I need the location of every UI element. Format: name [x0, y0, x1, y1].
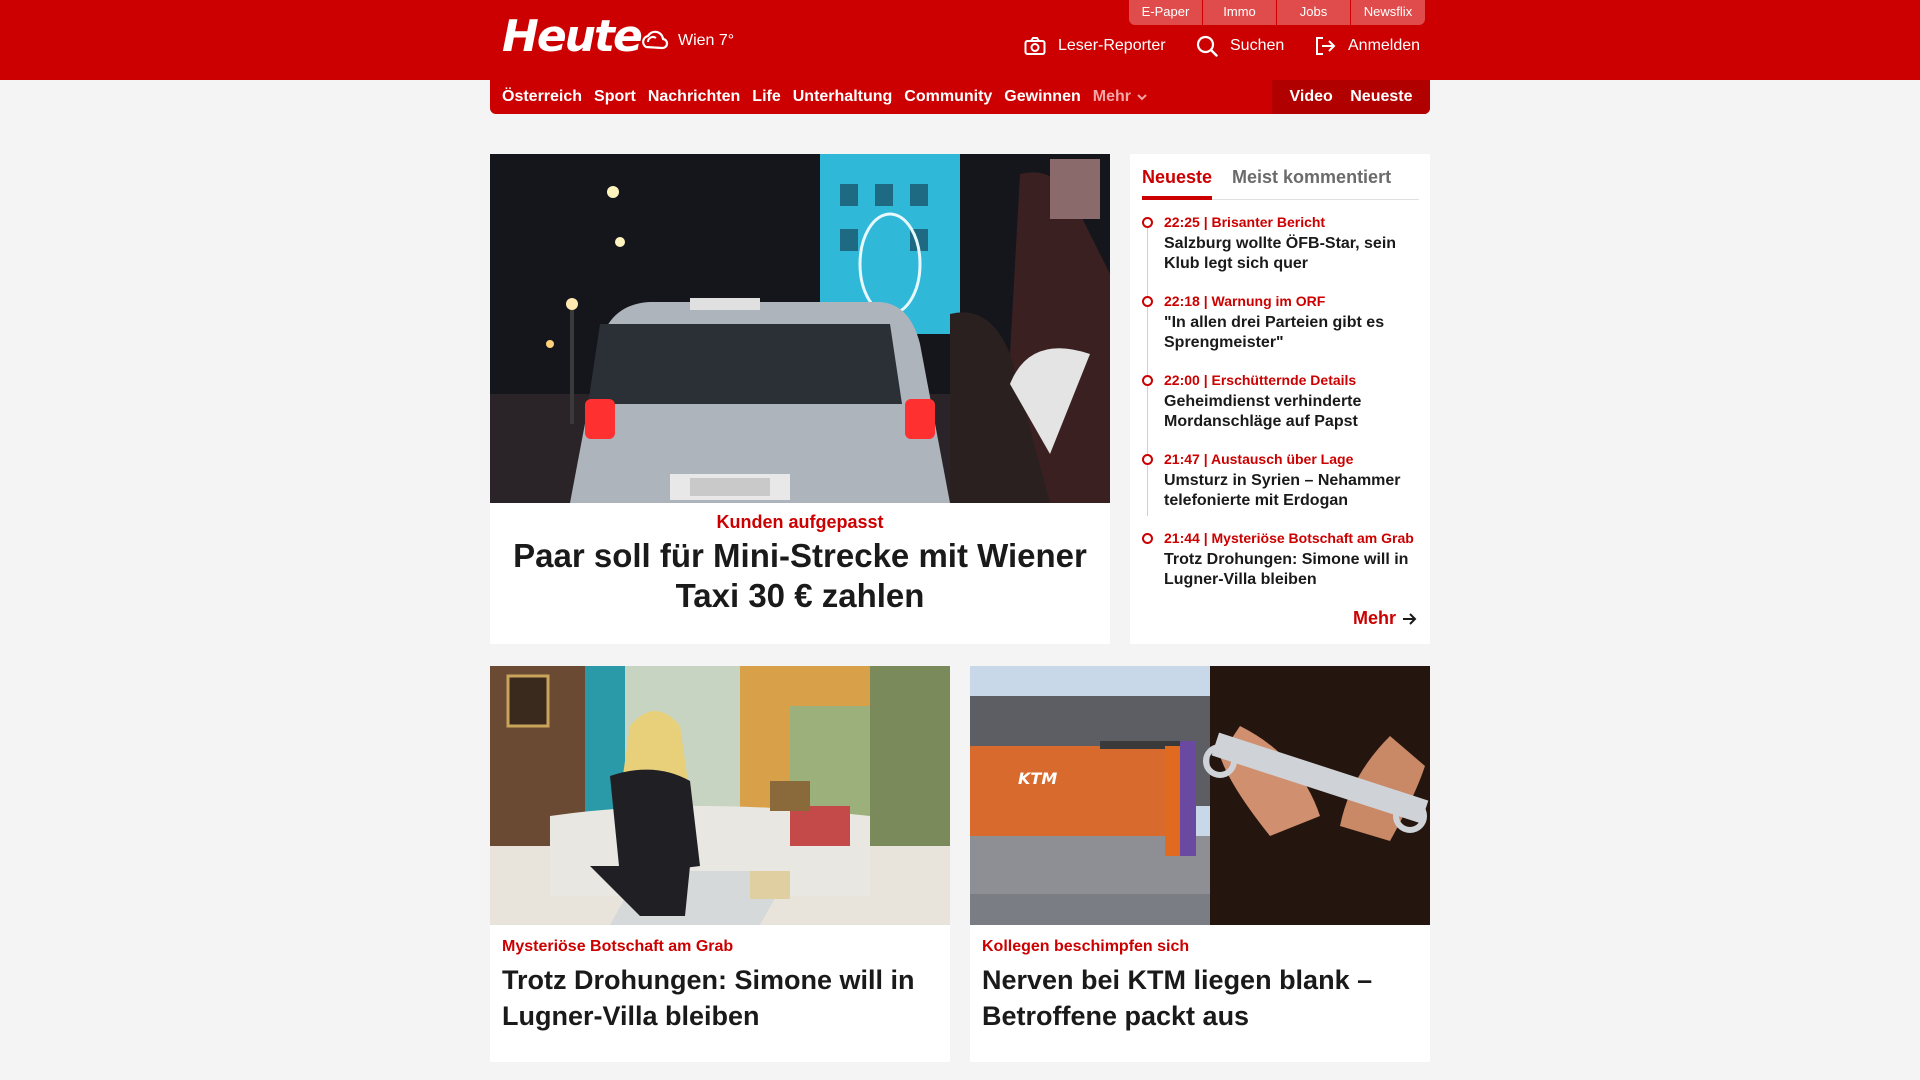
tab-meist-kommentiert[interactable]: Meist kommentiert — [1232, 164, 1391, 200]
nav-item-oesterreich[interactable]: Österreich — [502, 88, 582, 106]
sitelinks-bar: E-Paper Immo Jobs Newsflix — [1129, 0, 1425, 25]
chevron-down-icon — [1137, 94, 1147, 101]
nav-quick-links: Video Neueste — [1272, 80, 1430, 114]
nav-more-dropdown[interactable]: Mehr — [1093, 88, 1149, 106]
nav-more-label: Mehr — [1092, 88, 1131, 105]
timeline-dot — [1142, 217, 1153, 228]
article-title[interactable]: Trotz Drohungen: Simone will in Lugner-V… — [502, 962, 938, 1034]
login-label: Anmelden — [1348, 37, 1421, 54]
timeline-dot — [1142, 375, 1153, 386]
latest-news-sidebar: Neueste Meist kommentiert 22:25 | Brisan… — [1130, 154, 1430, 644]
tab-neueste[interactable]: Neueste — [1142, 164, 1213, 200]
nav-item-gewinnen[interactable]: Gewinnen — [1004, 88, 1080, 106]
search-icon — [1196, 35, 1218, 57]
hero-kicker: Kunden aufgepasst — [716, 512, 884, 532]
sitelink-newsflix[interactable]: Newsflix — [1351, 0, 1425, 25]
article-card-ktm[interactable]: KTM Kollegen beschimpfen sich Nerven bei… — [970, 666, 1430, 1062]
timeline-meta: 21:47 | Austausch über Lage — [1164, 451, 1354, 467]
timeline-meta: 22:00 | Erschütternde Details — [1164, 372, 1357, 388]
search-label: Suchen — [1230, 37, 1285, 54]
main-navigation: Österreich Sport Nachrichten Life Unterh… — [490, 80, 1430, 114]
article-image-lugner[interactable] — [490, 666, 950, 925]
nav-item-unterhaltung[interactable]: Unterhaltung — [793, 88, 893, 106]
hero-title[interactable]: Paar soll für Mini-Strecke mit Wiener Ta… — [500, 536, 1100, 616]
nav-item-sport[interactable]: Sport — [594, 88, 636, 106]
cloud-sun-icon — [642, 30, 669, 50]
nav-item-community[interactable]: Community — [904, 88, 992, 106]
timeline-title[interactable]: "In allen drei Parteien gibt es Sprengme… — [1164, 313, 1426, 353]
weather-label: Wien 7° — [678, 32, 735, 49]
nav-item-nachrichten[interactable]: Nachrichten — [648, 88, 740, 106]
timeline-dot — [1142, 454, 1153, 465]
timeline-title[interactable]: Umsturz in Syrien – Nehammer telefoniert… — [1164, 471, 1426, 511]
timeline-title[interactable]: Salzburg wollte ÖFB-Star, sein Klub legt… — [1164, 234, 1426, 274]
timeline-meta: 22:25 | Brisanter Bericht — [1164, 214, 1326, 230]
article-kicker: Mysteriöse Botschaft am Grab — [502, 938, 734, 955]
nav-neueste[interactable]: Neueste — [1350, 88, 1412, 106]
sidebar-tabs: Neueste Meist kommentiert — [1142, 164, 1419, 200]
arrow-right-icon — [1403, 612, 1417, 625]
article-title[interactable]: Nerven bei KTM liegen blank – Betroffene… — [982, 962, 1418, 1034]
article-card-lugner[interactable]: Mysteriöse Botschaft am Grab Trotz Drohu… — [490, 666, 950, 1062]
timeline-meta: 22:18 | Warnung im ORF — [1164, 293, 1326, 309]
nav-video[interactable]: Video — [1289, 88, 1332, 106]
sitelink-immo[interactable]: Immo — [1203, 0, 1277, 25]
search-button[interactable]: Suchen — [1196, 33, 1284, 59]
hero-image[interactable] — [490, 154, 1110, 503]
timeline-line — [1147, 226, 1148, 516]
svg-text:KTM: KTM — [1018, 769, 1057, 788]
sitelink-epaper[interactable]: E-Paper — [1129, 0, 1203, 25]
login-icon — [1316, 37, 1336, 55]
sitelink-jobs[interactable]: Jobs — [1277, 0, 1351, 25]
article-image-ktm[interactable]: KTM — [970, 666, 1430, 925]
timeline-dot — [1142, 533, 1153, 544]
weather-widget[interactable]: Wien 7° — [638, 26, 734, 56]
timeline-title[interactable]: Trotz Drohungen: Simone will in Lugner-V… — [1164, 550, 1426, 590]
leser-reporter-button[interactable]: Leser-Reporter — [1024, 33, 1166, 59]
nav-item-life[interactable]: Life — [752, 88, 780, 106]
heute-logo[interactable]: Heute — [502, 12, 643, 62]
sidebar-more-label: Mehr — [1352, 608, 1396, 628]
site-header: Heute Wien 7° E-Paper Immo Jobs Newsflix… — [0, 0, 1920, 80]
timeline-meta: 21:44 | Mysteriöse Botschaft am Grab — [1164, 530, 1414, 546]
leser-reporter-label: Leser-Reporter — [1058, 37, 1166, 54]
article-kicker: Kollegen beschimpfen sich — [982, 938, 1190, 955]
sidebar-more-link[interactable]: Mehr — [1353, 608, 1418, 629]
timeline-dot — [1142, 296, 1153, 307]
login-button[interactable]: Anmelden — [1314, 33, 1420, 59]
hero-article[interactable]: Kunden aufgepasst Paar soll für Mini-Str… — [490, 154, 1110, 644]
timeline-title[interactable]: Geheimdienst verhinderte Mordanschläge a… — [1164, 392, 1426, 432]
camera-icon — [1024, 37, 1046, 55]
